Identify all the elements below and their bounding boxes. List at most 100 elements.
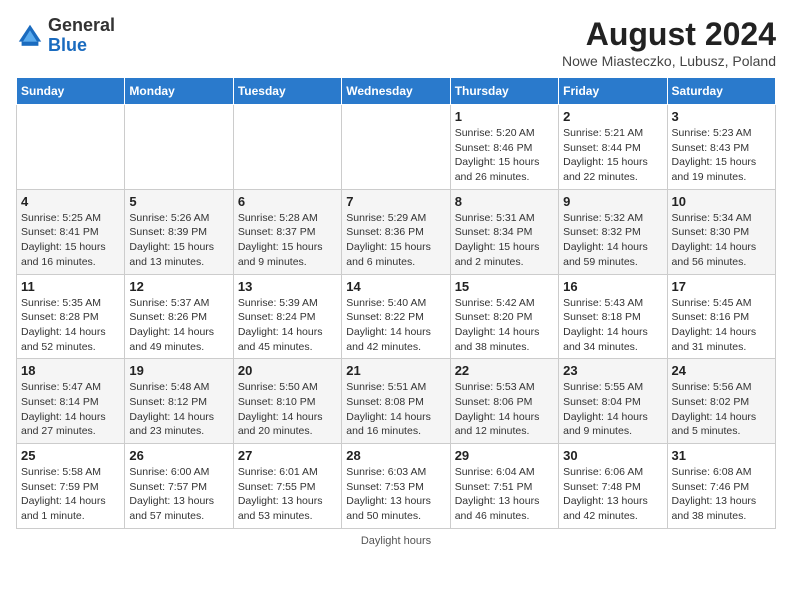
day-detail: Sunrise: 6:04 AM Sunset: 7:51 PM Dayligh… bbox=[455, 465, 554, 524]
calendar-day: 22 Sunrise: 5:53 AM Sunset: 8:06 PM Dayli… bbox=[450, 359, 558, 444]
day-detail: Sunrise: 5:50 AM Sunset: 8:10 PM Dayligh… bbox=[238, 380, 337, 439]
day-number: 5 bbox=[129, 194, 228, 209]
day-number: 12 bbox=[129, 279, 228, 294]
day-detail: Sunrise: 5:58 AM Sunset: 7:59 PM Dayligh… bbox=[21, 465, 120, 524]
day-number: 6 bbox=[238, 194, 337, 209]
day-detail: Sunrise: 5:32 AM Sunset: 8:32 PM Dayligh… bbox=[563, 211, 662, 270]
day-header-sunday: Sunday bbox=[17, 78, 125, 105]
calendar-week-1: 1 Sunrise: 5:20 AM Sunset: 8:46 PM Daylig… bbox=[17, 105, 776, 190]
day-number: 11 bbox=[21, 279, 120, 294]
calendar-week-5: 25Sunrise: 5:58 AM Sunset: 7:59 PM Dayli… bbox=[17, 444, 776, 529]
day-number: 2 bbox=[563, 109, 662, 124]
day-number: 1 bbox=[455, 109, 554, 124]
day-number: 26 bbox=[129, 448, 228, 463]
calendar-day: 23Sunrise: 5:55 AM Sunset: 8:04 PM Dayli… bbox=[559, 359, 667, 444]
day-header-tuesday: Tuesday bbox=[233, 78, 341, 105]
day-detail: Sunrise: 5:29 AM Sunset: 8:36 PM Dayligh… bbox=[346, 211, 445, 270]
calendar-day: 30 Sunrise: 6:06 AM Sunset: 7:48 PM Dayli… bbox=[559, 444, 667, 529]
day-detail: Sunrise: 5:26 AM Sunset: 8:39 PM Dayligh… bbox=[129, 211, 228, 270]
day-detail: Sunrise: 5:34 AM Sunset: 8:30 PM Dayligh… bbox=[672, 211, 771, 270]
day-detail: Sunrise: 6:01 AM Sunset: 7:55 PM Dayligh… bbox=[238, 465, 337, 524]
calendar-week-3: 11Sunrise: 5:35 AM Sunset: 8:28 PM Dayli… bbox=[17, 274, 776, 359]
calendar-day: 9 Sunrise: 5:32 AM Sunset: 8:32 PM Daylig… bbox=[559, 189, 667, 274]
calendar-day: 12 Sunrise: 5:37 AM Sunset: 8:26 PM Dayli… bbox=[125, 274, 233, 359]
calendar-table: SundayMondayTuesdayWednesdayThursdayFrid… bbox=[16, 77, 776, 529]
calendar-day: 3Sunrise: 5:23 AM Sunset: 8:43 PM Daylig… bbox=[667, 105, 775, 190]
month-year: August 2024 bbox=[562, 16, 776, 53]
day-detail: Sunrise: 5:43 AM Sunset: 8:18 PM Dayligh… bbox=[563, 296, 662, 355]
calendar-day: 26 Sunrise: 6:00 AM Sunset: 7:57 PM Dayli… bbox=[125, 444, 233, 529]
logo-blue: Blue bbox=[48, 35, 87, 55]
day-detail: Sunrise: 5:39 AM Sunset: 8:24 PM Dayligh… bbox=[238, 296, 337, 355]
day-number: 31 bbox=[672, 448, 771, 463]
day-detail: Sunrise: 5:21 AM Sunset: 8:44 PM Dayligh… bbox=[563, 126, 662, 185]
day-detail: Sunrise: 6:03 AM Sunset: 7:53 PM Dayligh… bbox=[346, 465, 445, 524]
logo-text: General Blue bbox=[48, 16, 115, 56]
calendar-header-row: SundayMondayTuesdayWednesdayThursdayFrid… bbox=[17, 78, 776, 105]
calendar-day bbox=[342, 105, 450, 190]
day-detail: Sunrise: 5:25 AM Sunset: 8:41 PM Dayligh… bbox=[21, 211, 120, 270]
calendar-week-2: 4 Sunrise: 5:25 AM Sunset: 8:41 PM Daylig… bbox=[17, 189, 776, 274]
calendar-day: 16 Sunrise: 5:43 AM Sunset: 8:18 PM Dayli… bbox=[559, 274, 667, 359]
location: Nowe Miasteczko, Lubusz, Poland bbox=[562, 53, 776, 69]
day-detail: Sunrise: 6:06 AM Sunset: 7:48 PM Dayligh… bbox=[563, 465, 662, 524]
calendar-day: 24 Sunrise: 5:56 AM Sunset: 8:02 PM Dayli… bbox=[667, 359, 775, 444]
day-number: 15 bbox=[455, 279, 554, 294]
day-detail: Sunrise: 5:53 AM Sunset: 8:06 PM Dayligh… bbox=[455, 380, 554, 439]
calendar-day: 7Sunrise: 5:29 AM Sunset: 8:36 PM Daylig… bbox=[342, 189, 450, 274]
day-number: 22 bbox=[455, 363, 554, 378]
day-number: 18 bbox=[21, 363, 120, 378]
calendar-day: 21Sunrise: 5:51 AM Sunset: 8:08 PM Dayli… bbox=[342, 359, 450, 444]
day-number: 9 bbox=[563, 194, 662, 209]
calendar-day: 11Sunrise: 5:35 AM Sunset: 8:28 PM Dayli… bbox=[17, 274, 125, 359]
day-number: 30 bbox=[563, 448, 662, 463]
calendar-day: 10Sunrise: 5:34 AM Sunset: 8:30 PM Dayli… bbox=[667, 189, 775, 274]
calendar-day: 2 Sunrise: 5:21 AM Sunset: 8:44 PM Daylig… bbox=[559, 105, 667, 190]
calendar-day: 5 Sunrise: 5:26 AM Sunset: 8:39 PM Daylig… bbox=[125, 189, 233, 274]
calendar-day bbox=[233, 105, 341, 190]
day-detail: Sunrise: 5:20 AM Sunset: 8:46 PM Dayligh… bbox=[455, 126, 554, 185]
day-number: 29 bbox=[455, 448, 554, 463]
day-detail: Sunrise: 5:55 AM Sunset: 8:04 PM Dayligh… bbox=[563, 380, 662, 439]
calendar-day: 14Sunrise: 5:40 AM Sunset: 8:22 PM Dayli… bbox=[342, 274, 450, 359]
day-header-monday: Monday bbox=[125, 78, 233, 105]
calendar-day: 25Sunrise: 5:58 AM Sunset: 7:59 PM Dayli… bbox=[17, 444, 125, 529]
title-block: August 2024 Nowe Miasteczko, Lubusz, Pol… bbox=[562, 16, 776, 69]
day-detail: Sunrise: 5:48 AM Sunset: 8:12 PM Dayligh… bbox=[129, 380, 228, 439]
calendar-day: 20 Sunrise: 5:50 AM Sunset: 8:10 PM Dayli… bbox=[233, 359, 341, 444]
day-detail: Sunrise: 5:42 AM Sunset: 8:20 PM Dayligh… bbox=[455, 296, 554, 355]
calendar-day bbox=[125, 105, 233, 190]
day-number: 20 bbox=[238, 363, 337, 378]
logo-icon bbox=[16, 22, 44, 50]
day-header-saturday: Saturday bbox=[667, 78, 775, 105]
calendar-day: 29 Sunrise: 6:04 AM Sunset: 7:51 PM Dayli… bbox=[450, 444, 558, 529]
day-detail: Sunrise: 5:56 AM Sunset: 8:02 PM Dayligh… bbox=[672, 380, 771, 439]
day-number: 28 bbox=[346, 448, 445, 463]
day-detail: Sunrise: 5:51 AM Sunset: 8:08 PM Dayligh… bbox=[346, 380, 445, 439]
day-detail: Sunrise: 5:31 AM Sunset: 8:34 PM Dayligh… bbox=[455, 211, 554, 270]
calendar-day: 27 Sunrise: 6:01 AM Sunset: 7:55 PM Dayli… bbox=[233, 444, 341, 529]
calendar-day: 31Sunrise: 6:08 AM Sunset: 7:46 PM Dayli… bbox=[667, 444, 775, 529]
calendar-day: 17Sunrise: 5:45 AM Sunset: 8:16 PM Dayli… bbox=[667, 274, 775, 359]
day-number: 16 bbox=[563, 279, 662, 294]
logo: General Blue bbox=[16, 16, 115, 56]
calendar-week-4: 18Sunrise: 5:47 AM Sunset: 8:14 PM Dayli… bbox=[17, 359, 776, 444]
calendar-day: 18Sunrise: 5:47 AM Sunset: 8:14 PM Dayli… bbox=[17, 359, 125, 444]
day-number: 24 bbox=[672, 363, 771, 378]
calendar-day: 8Sunrise: 5:31 AM Sunset: 8:34 PM Daylig… bbox=[450, 189, 558, 274]
day-header-thursday: Thursday bbox=[450, 78, 558, 105]
day-number: 14 bbox=[346, 279, 445, 294]
calendar-day: 4 Sunrise: 5:25 AM Sunset: 8:41 PM Daylig… bbox=[17, 189, 125, 274]
day-number: 19 bbox=[129, 363, 228, 378]
page-header: General Blue August 2024 Nowe Miasteczko… bbox=[16, 16, 776, 69]
day-detail: Sunrise: 5:37 AM Sunset: 8:26 PM Dayligh… bbox=[129, 296, 228, 355]
day-detail: Sunrise: 5:23 AM Sunset: 8:43 PM Dayligh… bbox=[672, 126, 771, 185]
footer-note: Daylight hours bbox=[16, 535, 776, 547]
day-detail: Sunrise: 5:45 AM Sunset: 8:16 PM Dayligh… bbox=[672, 296, 771, 355]
day-number: 27 bbox=[238, 448, 337, 463]
calendar-day: 28 Sunrise: 6:03 AM Sunset: 7:53 PM Dayli… bbox=[342, 444, 450, 529]
day-number: 4 bbox=[21, 194, 120, 209]
day-header-wednesday: Wednesday bbox=[342, 78, 450, 105]
day-detail: Sunrise: 6:00 AM Sunset: 7:57 PM Dayligh… bbox=[129, 465, 228, 524]
day-number: 13 bbox=[238, 279, 337, 294]
